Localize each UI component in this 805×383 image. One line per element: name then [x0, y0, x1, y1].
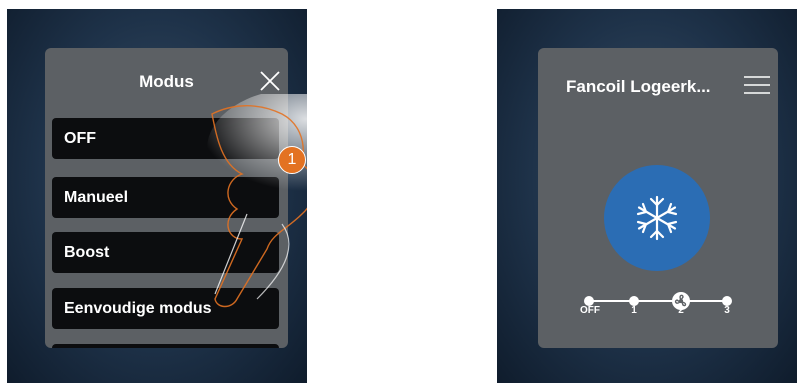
- speed-label-off: OFF: [580, 305, 600, 316]
- hamburger-menu-icon[interactable]: [744, 75, 770, 95]
- mode-item-partial[interactable]: [52, 344, 279, 348]
- mode-panel: Modus OFF Manueel Boost Eenvoudige modus: [45, 48, 288, 348]
- mode-item-manual[interactable]: Manueel: [52, 177, 279, 218]
- right-device-screen: Fancoil Logeerk... OFF 1 2 3: [497, 9, 797, 383]
- fancoil-panel: Fancoil Logeerk... OFF 1 2 3: [538, 48, 778, 348]
- speed-label-2: 2: [678, 305, 684, 316]
- speed-label-3: 3: [724, 305, 730, 316]
- cooling-mode-button[interactable]: [604, 165, 710, 271]
- snowflake-icon: [636, 195, 678, 241]
- mode-item-off[interactable]: OFF: [52, 118, 279, 159]
- left-device-screen: Modus OFF Manueel Boost Eenvoudige modus…: [7, 9, 307, 383]
- speed-label-1: 1: [631, 305, 637, 316]
- close-icon[interactable]: [258, 69, 282, 93]
- mode-item-boost[interactable]: Boost: [52, 232, 279, 273]
- mode-item-simple[interactable]: Eenvoudige modus: [52, 288, 279, 329]
- step-badge: 1: [278, 146, 306, 174]
- mode-title: Modus: [139, 72, 194, 91]
- fancoil-title: Fancoil Logeerk...: [566, 77, 711, 96]
